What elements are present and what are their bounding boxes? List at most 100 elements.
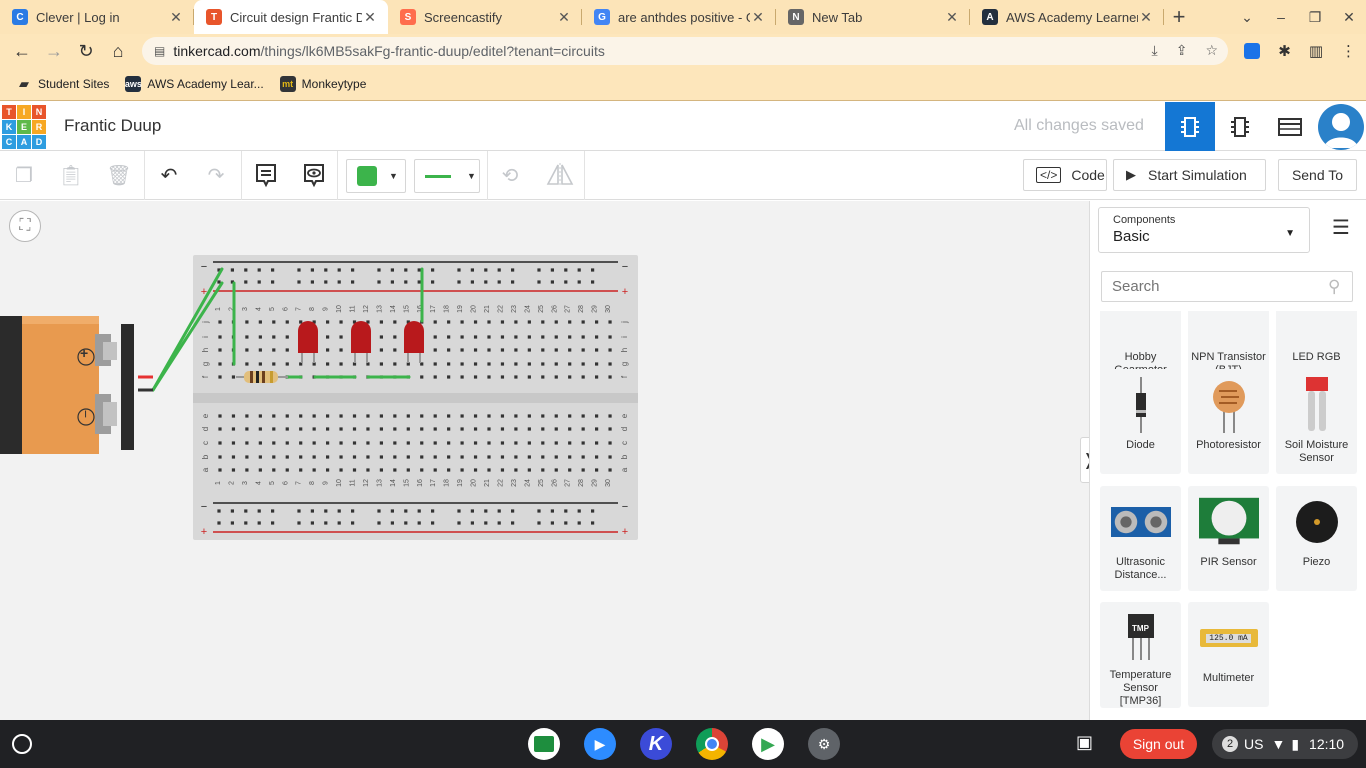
component-list-view-button[interactable]: [1265, 102, 1315, 151]
component-card-pir-sensor[interactable]: PIR Sensor: [1188, 486, 1269, 591]
restore-icon[interactable]: ❐: [1298, 9, 1332, 26]
breadboard-hole: [231, 335, 236, 339]
component-card-ultrasonic-distance[interactable]: Ultrasonic Distance...: [1100, 486, 1181, 591]
component-card-piezo[interactable]: Piezo: [1276, 486, 1357, 591]
delete-icon[interactable]: 🗑︎: [103, 159, 135, 191]
component-card-photoresistor[interactable]: Photoresistor: [1188, 369, 1269, 474]
column-number: 5: [269, 481, 276, 485]
breadboard-hole: [581, 348, 585, 352]
reload-icon[interactable]: ↻: [70, 35, 102, 67]
column-number: 24: [524, 479, 531, 487]
notes-icon[interactable]: [250, 159, 282, 191]
install-icon[interactable]: ⤓: [1152, 42, 1158, 59]
component-card-diode[interactable]: Diode: [1100, 369, 1181, 474]
breadboard-hole: [433, 375, 437, 379]
minimize-icon[interactable]: –: [1264, 9, 1298, 25]
zoom-app-icon[interactable]: ▶: [584, 728, 616, 760]
play-store-app-icon[interactable]: ▶: [752, 728, 784, 760]
tab-title: New Tab: [812, 9, 863, 25]
launcher-icon[interactable]: [12, 734, 32, 754]
address-bar[interactable]: ▤ tinkercad.com/things/lk6MB5sakFg-frant…: [142, 37, 1228, 65]
breadboard-hole: [258, 414, 262, 418]
clipboard-icon[interactable]: ▣: [1076, 732, 1093, 753]
status-tray[interactable]: 2 US ▼ ▮ 12:10: [1212, 729, 1358, 759]
browser-tab[interactable]: C Clever | Log in ✕: [0, 0, 194, 34]
view-notes-icon[interactable]: [298, 159, 330, 191]
bookmark-student-sites[interactable]: ▰ Student Sites: [16, 76, 109, 92]
breadboard-hole: [541, 335, 545, 339]
send-to-button[interactable]: Send To: [1278, 159, 1357, 191]
breadboard-hole: [554, 320, 558, 324]
close-window-icon[interactable]: ✕: [1332, 9, 1366, 26]
breadboard-hole: [487, 335, 491, 339]
logo-letter: T: [2, 105, 16, 119]
circuit-canvas[interactable]: ⛶ + − − − + + − − + +1 2 3 4 5 6 7 8 9 10 11 12 13 14 15 16 17 1…: [0, 201, 1089, 720]
close-tab-icon[interactable]: ✕: [362, 9, 378, 26]
paste-icon[interactable]: 📋︎: [55, 159, 87, 191]
schematic-view-button[interactable]: [1215, 102, 1265, 151]
puzzle-extensions-icon[interactable]: ✱: [1278, 42, 1291, 60]
browser-tab[interactable]: S Screencastify ✕: [388, 0, 582, 34]
forward-icon[interactable]: →: [38, 35, 70, 67]
sidepanel-icon[interactable]: ▥: [1309, 42, 1323, 60]
kahoot-app-icon[interactable]: K: [640, 728, 672, 760]
row-letter: b: [620, 454, 629, 459]
browser-tab[interactable]: Gare anthdes positive - G ✕: [582, 0, 776, 34]
user-avatar[interactable]: [1318, 104, 1364, 150]
components-dropdown[interactable]: Components Basic ▼: [1098, 207, 1310, 253]
close-tab-icon[interactable]: ✕: [750, 9, 766, 26]
rotate-icon[interactable]: ⟲: [494, 159, 526, 191]
breadboard-hole: [470, 521, 474, 525]
browser-tab[interactable]: N New Tab ✕: [776, 0, 970, 34]
circuit-view-button[interactable]: [1165, 102, 1215, 151]
battery-9v[interactable]: [0, 314, 140, 456]
component-card-soil-moisture-sensor[interactable]: Soil Moisture Sensor: [1276, 369, 1357, 474]
flip-icon[interactable]: [544, 159, 576, 191]
close-tab-icon[interactable]: ✕: [168, 9, 184, 26]
wire-color-picker[interactable]: ▼: [346, 159, 406, 193]
component-search-input[interactable]: [1101, 271, 1353, 302]
breadboard-hole: [404, 509, 408, 513]
bookmark-star-icon[interactable]: ☆: [1205, 42, 1218, 59]
row-letter: j: [201, 321, 210, 324]
sign-out-button[interactable]: Sign out: [1120, 729, 1197, 759]
notification-badge: 2: [1222, 736, 1238, 752]
component-card-multimeter[interactable]: 125.0 mA Multimeter: [1188, 602, 1269, 707]
fit-view-icon[interactable]: ⛶: [9, 210, 41, 242]
start-simulation-button[interactable]: ▶ Start Simulation: [1113, 159, 1266, 191]
breadboard-hole: [564, 280, 568, 284]
close-tab-icon[interactable]: ✕: [944, 9, 960, 26]
code-button[interactable]: </> Code: [1023, 159, 1107, 191]
project-title[interactable]: Frantic Duup: [64, 116, 161, 136]
breadboard-hole: [271, 268, 275, 272]
bookmark-aws[interactable]: aws AWS Academy Lear...: [125, 76, 264, 92]
tinkercad-logo[interactable]: T I N K E R C A D: [2, 105, 46, 149]
tab-search-icon[interactable]: ⌄: [1230, 9, 1264, 26]
close-tab-icon[interactable]: ✕: [1138, 9, 1154, 26]
back-icon[interactable]: ←: [6, 35, 38, 67]
breadboard-hole: [541, 362, 545, 366]
close-tab-icon[interactable]: ✕: [556, 9, 572, 26]
new-tab-button[interactable]: +: [1164, 0, 1194, 34]
browser-tab[interactable]: T Circuit design Frantic D ✕: [194, 0, 388, 34]
site-info-icon[interactable]: ▤: [154, 44, 165, 58]
share-icon[interactable]: ⇪: [1176, 42, 1188, 59]
classroom-app-icon[interactable]: [528, 728, 560, 760]
redo-icon[interactable]: ↷: [200, 159, 232, 191]
breadboard-hole: [527, 468, 531, 472]
browser-tab[interactable]: A AWS Academy Learner ✕: [970, 0, 1164, 34]
breadboard[interactable]: − −+ +− −+ +1 2 3 4 5 6 7 8 9 10 11 12 13 14 15 16 17 18 19 20 2…: [193, 255, 638, 540]
home-icon[interactable]: ⌂: [102, 35, 134, 67]
code-icon: </>: [1036, 167, 1062, 183]
breadboard-hole: [230, 268, 234, 272]
extension-icon[interactable]: [1244, 43, 1261, 59]
chrome-app-icon[interactable]: [696, 728, 728, 760]
settings-app-icon[interactable]: ⚙: [808, 728, 840, 760]
wire-type-picker[interactable]: ▼: [414, 159, 480, 193]
menu-dots-icon[interactable]: ⋮: [1341, 42, 1356, 60]
undo-icon[interactable]: ↶: [153, 159, 185, 191]
copy-icon[interactable]: ❐: [8, 159, 40, 191]
bookmark-monkeytype[interactable]: mt Monkeytype: [279, 76, 366, 92]
component-card-temperature-sensor[interactable]: TMP Temperature Sensor [TMP36]: [1100, 602, 1181, 708]
list-view-icon[interactable]: ☰: [1332, 215, 1350, 240]
